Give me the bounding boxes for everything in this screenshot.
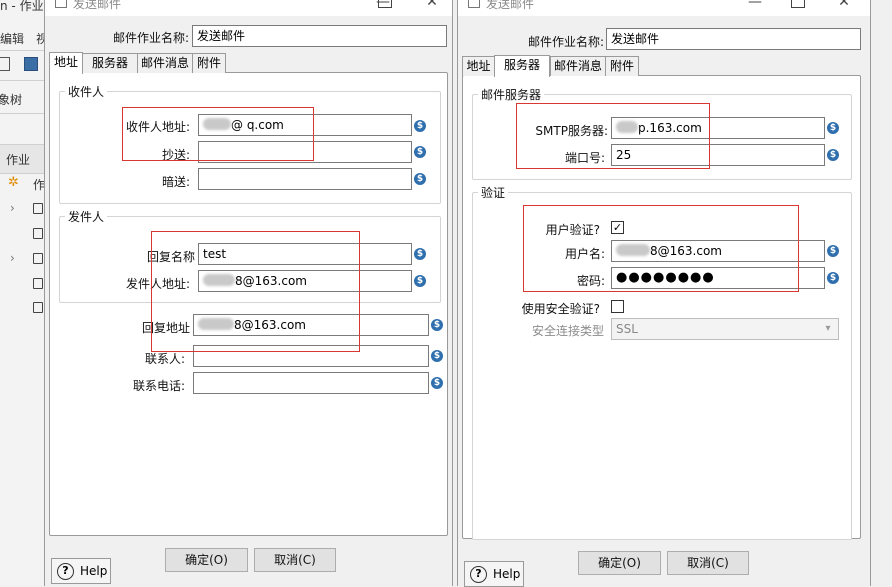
- cc-input[interactable]: [198, 141, 412, 163]
- to-label: 收件人地址:: [125, 120, 190, 134]
- tab-address[interactable]: 地址: [49, 52, 83, 74]
- tab-address[interactable]: 地址: [462, 56, 495, 76]
- job-name-input[interactable]: 发送邮件: [606, 28, 861, 50]
- dropdown-arrow-icon: ▾: [825, 323, 831, 334]
- reply-address-label: 回复地址: [141, 321, 190, 335]
- background-app-window: n - 作业 编辑 视 象树 作业 ✲ 作 › ›: [0, 0, 45, 586]
- send-mail-dialog-server: 发送邮件 — ✕ 邮件作业名称: 发送邮件 地址 服务器 邮件消息 附件 邮件服…: [457, 0, 871, 587]
- mail-server-group-title: 邮件服务器: [478, 86, 545, 103]
- save-icon[interactable]: [24, 57, 38, 71]
- username-input[interactable]: 8@163.com: [611, 240, 825, 262]
- cc-label: 抄送:: [161, 148, 190, 162]
- bg-menu-edit[interactable]: 编辑: [0, 30, 24, 47]
- variable-icon[interactable]: $: [414, 248, 426, 260]
- title-bar[interactable]: 发送邮件 —: [458, 0, 870, 16]
- variable-icon[interactable]: $: [827, 122, 839, 134]
- send-mail-dialog-address: 发送邮件 — ✕ 邮件作业名称: 发送邮件 地址 服务器 邮件消息 附件 收件人…: [44, 0, 453, 586]
- folder-icon: [33, 203, 43, 214]
- job-name-label: 邮件作业名称:: [112, 31, 189, 45]
- maximize-icon[interactable]: [791, 0, 805, 8]
- secure-auth-checkbox[interactable]: [611, 300, 624, 313]
- help-button[interactable]: ? Help: [51, 558, 111, 584]
- auth-group-title: 验证: [478, 184, 509, 201]
- tab-message[interactable]: 邮件消息: [550, 56, 606, 76]
- variable-icon[interactable]: $: [827, 149, 839, 161]
- chevron-right-icon[interactable]: ›: [10, 251, 15, 265]
- bcc-input[interactable]: [198, 168, 412, 190]
- reply-name-input[interactable]: test: [198, 243, 412, 265]
- auth-label: 用户验证?: [545, 223, 600, 237]
- phone-input[interactable]: [193, 372, 429, 394]
- job-icon: ✲: [8, 175, 19, 190]
- toolbar-list-icon[interactable]: [0, 57, 10, 71]
- folder-icon: [33, 278, 43, 289]
- tab-attachment[interactable]: 附件: [605, 56, 639, 76]
- cancel-button[interactable]: 取消(C): [254, 548, 336, 572]
- window-title: 发送邮件: [486, 0, 535, 11]
- contact-label: 联系人:: [144, 352, 185, 366]
- window-icon: [55, 0, 67, 8]
- variable-icon[interactable]: $: [431, 350, 443, 362]
- variable-icon[interactable]: $: [414, 120, 426, 132]
- ok-button[interactable]: 确定(O): [165, 548, 248, 572]
- reply-name-label: 回复名称: [146, 250, 195, 264]
- tab-server[interactable]: 服务器: [82, 53, 138, 73]
- variable-icon[interactable]: $: [414, 146, 426, 158]
- tab-server[interactable]: 服务器: [494, 55, 550, 77]
- conn-type-label: 安全连接类型: [531, 324, 604, 338]
- variable-icon[interactable]: $: [414, 275, 426, 287]
- phone-label: 联系电话:: [132, 379, 185, 393]
- variable-icon[interactable]: $: [827, 245, 839, 257]
- smtp-label: SMTP服务器:: [535, 124, 608, 138]
- minimize-icon[interactable]: —: [742, 0, 768, 12]
- chevron-right-icon[interactable]: ›: [10, 201, 15, 215]
- password-input[interactable]: ●●●●●●●●: [611, 267, 825, 289]
- bg-title-fragment: n - 作业: [0, 0, 44, 13]
- help-icon: ?: [470, 566, 487, 583]
- folder-icon: [33, 228, 43, 239]
- window-title: 发送邮件: [73, 0, 122, 11]
- variable-icon[interactable]: $: [431, 319, 443, 331]
- secure-auth-label: 使用安全验证?: [521, 302, 600, 316]
- sender-address-input[interactable]: 8@163.com: [198, 270, 412, 292]
- port-label: 端口号:: [564, 151, 605, 165]
- bg-tree-tab[interactable]: 象树: [0, 91, 22, 108]
- close-icon[interactable]: ✕: [419, 0, 445, 12]
- tab-attachment[interactable]: 附件: [192, 53, 226, 73]
- window-icon: [468, 0, 480, 8]
- bg-selected-node[interactable]: 作业: [6, 151, 30, 168]
- maximize-icon[interactable]: [378, 0, 392, 8]
- variable-icon[interactable]: $: [414, 173, 426, 185]
- job-name-input[interactable]: 发送邮件: [192, 25, 447, 47]
- job-name-label: 邮件作业名称:: [527, 35, 604, 49]
- help-icon: ?: [57, 563, 74, 580]
- ok-button[interactable]: 确定(O): [578, 551, 661, 575]
- folder-icon: [33, 253, 43, 264]
- contact-input[interactable]: [193, 345, 429, 367]
- password-label: 密码:: [576, 274, 605, 288]
- cancel-button[interactable]: 取消(C): [667, 551, 749, 575]
- recipient-group-title: 收件人: [65, 83, 108, 100]
- username-label: 用户名:: [564, 247, 605, 261]
- sender-address-label: 发件人地址:: [125, 277, 190, 291]
- auth-checkbox[interactable]: ✓: [611, 221, 624, 234]
- variable-icon[interactable]: $: [431, 377, 443, 389]
- bcc-label: 暗送:: [161, 175, 190, 189]
- tab-message[interactable]: 邮件消息: [137, 53, 193, 73]
- reply-address-input[interactable]: 8@163.com: [193, 314, 429, 336]
- to-input[interactable]: @ q.com: [198, 114, 412, 136]
- help-button[interactable]: ? Help: [464, 561, 524, 587]
- folder-icon: [33, 302, 43, 313]
- conn-type-select[interactable]: SSL ▾: [611, 318, 839, 340]
- port-input[interactable]: 25: [611, 144, 825, 166]
- smtp-input[interactable]: p.163.com: [611, 117, 825, 139]
- variable-icon[interactable]: $: [827, 272, 839, 284]
- close-icon[interactable]: ✕: [831, 0, 857, 12]
- checkbox-check-icon: ✓: [612, 221, 623, 234]
- sender-group-title: 发件人: [65, 208, 108, 225]
